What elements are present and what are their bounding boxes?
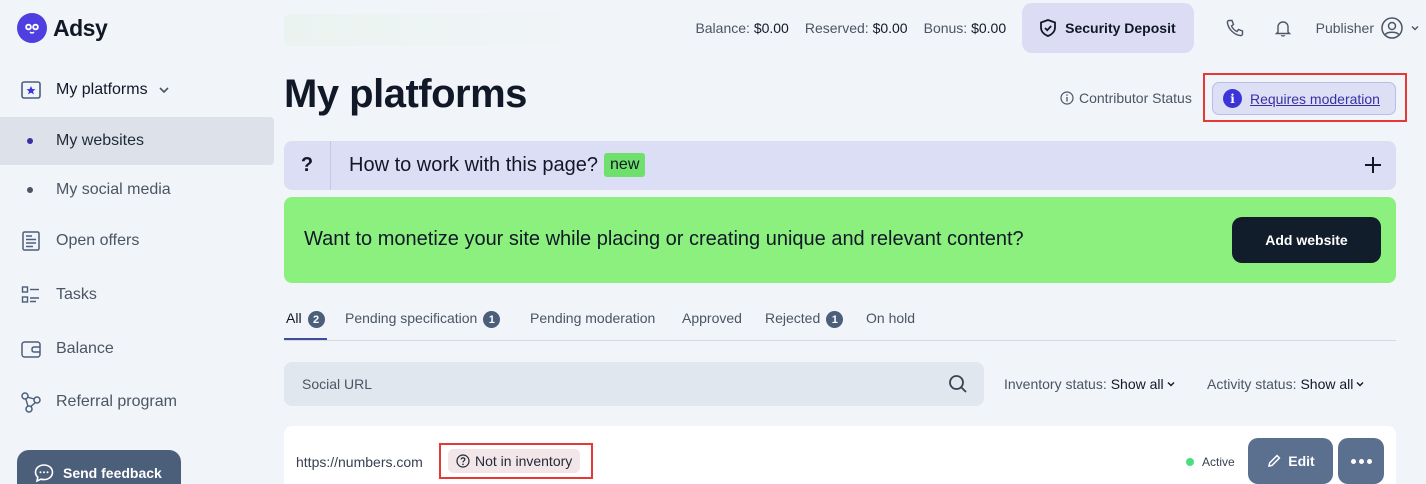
sidebar-item-tasks[interactable]: Tasks: [0, 271, 274, 319]
sidebar-item-label: Tasks: [56, 286, 97, 303]
app-logo[interactable]: Adsy: [17, 13, 108, 43]
user-role-label: Publisher: [1315, 20, 1374, 36]
tab-label: Pending moderation: [530, 310, 656, 326]
chevron-down-icon: [159, 87, 169, 94]
how-to-accordion[interactable]: ? How to work with this page? new: [284, 141, 1396, 190]
tab-label: On hold: [866, 310, 916, 326]
sidebar-item-label: My social media: [56, 181, 171, 198]
sidebar-item-label: Referral program: [56, 393, 177, 410]
contributor-status-value: Requires moderation: [1250, 90, 1380, 107]
activity-status: Active: [1186, 455, 1235, 469]
shield-check-icon: [1040, 19, 1057, 37]
edit-button[interactable]: Edit: [1248, 438, 1333, 484]
chevron-down-icon: [1167, 382, 1175, 387]
inventory-status-filter[interactable]: Inventory status: Show all: [1004, 376, 1176, 392]
owl-logo-icon: [17, 13, 47, 43]
sidebar-item-label: My websites: [56, 132, 145, 149]
how-to-title: How to work with this page?: [349, 153, 599, 176]
table-row: https://numbers.com Not in inventory Act…: [284, 426, 1396, 484]
requires-moderation-link[interactable]: i Requires moderation: [1212, 82, 1396, 115]
star-browser-icon: [19, 78, 43, 102]
count-badge: 1: [483, 311, 501, 328]
bonus-info: Bonus: $0.00: [923, 20, 1007, 36]
phone-icon[interactable]: [1212, 5, 1258, 51]
info-outline-icon: [1060, 91, 1074, 105]
tab-pending-moderation[interactable]: Pending moderation: [530, 310, 655, 340]
app-name: Adsy: [53, 14, 108, 41]
activity-status-filter[interactable]: Activity status: Show all: [1207, 376, 1365, 392]
search-box: [284, 362, 984, 406]
contributor-status-label: Contributor Status: [1060, 90, 1192, 106]
filter-label: Inventory status:: [1004, 376, 1107, 392]
status-tabs: All 2 Pending specification 1 Pending mode…: [284, 300, 1396, 341]
activity-status-text: Active: [1202, 455, 1235, 469]
sidebar-item-label: Open offers: [56, 232, 140, 249]
header-bar: Balance: $0.00 Reserved: $0.00 Bonus: $0…: [695, 0, 1426, 56]
document-icon: [19, 229, 43, 253]
tab-label: Pending specification: [345, 310, 478, 326]
info-icon: i: [1223, 89, 1242, 108]
header-placeholder-bar: [284, 14, 584, 46]
banner-message: Want to monetize your site while placing…: [304, 228, 1024, 250]
send-feedback-button[interactable]: Send feedback: [17, 450, 181, 484]
tab-approved[interactable]: Approved: [682, 310, 742, 340]
security-deposit-label: Security Deposit: [1065, 20, 1176, 36]
chevron-down-icon: [1356, 382, 1364, 387]
question-mark-icon: ?: [284, 141, 331, 190]
tab-label: Rejected: [765, 310, 821, 326]
sidebar-item-label: Balance: [56, 340, 114, 357]
more-options-button[interactable]: [1338, 438, 1384, 484]
sidebar-item-referral-program[interactable]: Referral program: [0, 378, 274, 426]
sidebar-item-my-websites[interactable]: My websites: [0, 117, 274, 165]
count-badge: 2: [307, 311, 325, 328]
filter-value: Show all: [1300, 376, 1354, 392]
security-deposit-button[interactable]: Security Deposit: [1022, 3, 1194, 53]
tab-rejected[interactable]: Rejected 1: [765, 310, 844, 340]
question-circle-icon: [456, 454, 470, 468]
share-icon: [19, 390, 43, 414]
sidebar-item-label: My platforms: [56, 81, 148, 98]
search-icon[interactable]: [948, 374, 968, 394]
monetize-banner: Want to monetize your site while placing…: [284, 197, 1396, 283]
sidebar-item-my-social-media[interactable]: My social media: [0, 166, 274, 214]
plus-icon[interactable]: [1364, 156, 1382, 174]
balance-info: Balance: $0.00: [695, 20, 789, 36]
filter-label: Activity status:: [1207, 376, 1297, 392]
status-dot-icon: [1186, 458, 1194, 466]
sidebar-item-balance[interactable]: Balance: [0, 325, 274, 373]
bell-icon[interactable]: [1260, 5, 1306, 51]
count-badge: 1: [826, 311, 844, 328]
send-feedback-label: Send feedback: [63, 465, 162, 481]
tab-pending-specification[interactable]: Pending specification 1: [345, 310, 501, 340]
search-input[interactable]: [284, 362, 934, 406]
user-avatar-icon: [1381, 17, 1403, 39]
wallet-icon: [19, 337, 43, 361]
tab-all[interactable]: All 2: [284, 310, 327, 340]
platform-url[interactable]: https://numbers.com: [296, 454, 423, 470]
inventory-status-text: Not in inventory: [475, 453, 573, 469]
tab-label: Approved: [682, 310, 742, 326]
tab-on-hold[interactable]: On hold: [866, 310, 915, 340]
new-badge: new: [604, 153, 646, 177]
sidebar-item-open-offers[interactable]: Open offers: [0, 217, 274, 265]
chat-bubble-icon: [34, 464, 54, 483]
filter-value: Show all: [1110, 376, 1164, 392]
user-menu[interactable]: Publisher: [1316, 16, 1420, 40]
edit-label: Edit: [1288, 453, 1315, 469]
chevron-down-icon: [1411, 26, 1419, 31]
inventory-status-badge: Not in inventory: [448, 449, 581, 473]
checklist-icon: [19, 283, 43, 307]
tab-label: All: [286, 310, 302, 326]
bullet-icon: [27, 187, 33, 193]
add-website-button[interactable]: Add website: [1232, 217, 1381, 263]
sidebar-item-my-platforms[interactable]: My platforms: [0, 66, 274, 114]
contributor-label-text: Contributor Status: [1079, 90, 1192, 106]
page-title: My platforms: [284, 72, 527, 116]
reserved-info: Reserved: $0.00: [804, 20, 908, 36]
pencil-icon: [1268, 454, 1281, 467]
bullet-icon: [27, 138, 33, 144]
